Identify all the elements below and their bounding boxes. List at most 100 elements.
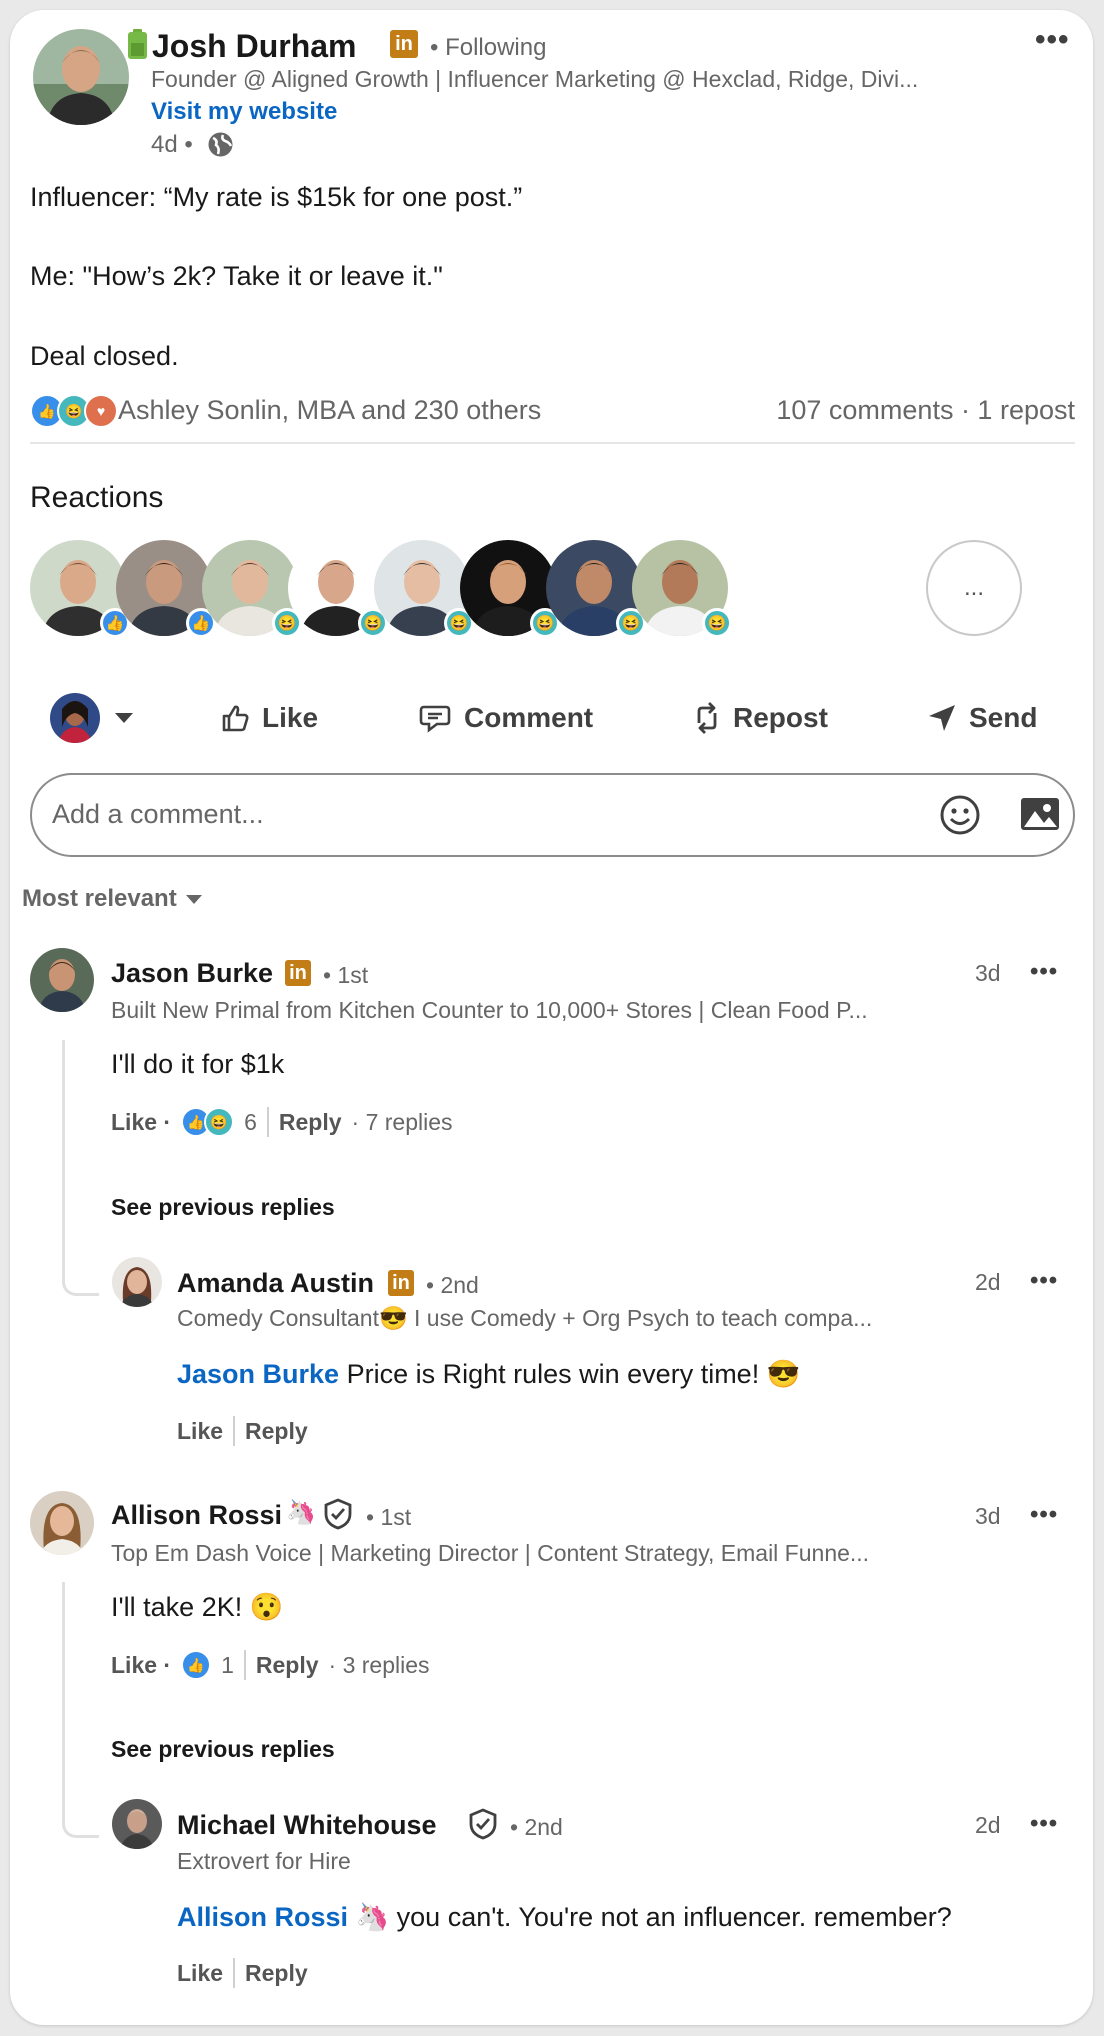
- replier-name[interactable]: Amanda Austin: [177, 1268, 374, 1299]
- like-comment-button[interactable]: Like ·: [111, 1109, 171, 1136]
- send-label: Send: [969, 702, 1038, 733]
- reply-button[interactable]: Reply: [245, 1418, 308, 1445]
- author-name[interactable]: Josh Durham: [152, 28, 356, 65]
- replier-name[interactable]: Michael Whitehouse: [177, 1810, 437, 1841]
- love-reaction-icon: ♥: [84, 394, 118, 428]
- sort-dropdown[interactable]: Most relevant: [22, 885, 203, 913]
- reply-menu-icon[interactable]: •••: [1030, 1269, 1058, 1293]
- like-reply-button[interactable]: Like: [177, 1960, 223, 1987]
- comment-composer[interactable]: Add a comment...: [30, 773, 1075, 857]
- comment-label: Comment: [464, 702, 594, 733]
- more-label: ...: [963, 574, 984, 601]
- reply-body: Price is Right rules win every time! 😎: [339, 1359, 801, 1389]
- comment-actions: Like · 👍 😆 6 Reply · 7 replies: [111, 1107, 453, 1137]
- replier-avatar[interactable]: [112, 1257, 162, 1307]
- divider: [243, 1650, 246, 1680]
- mention-link[interactable]: Jason Burke: [177, 1359, 339, 1389]
- post-card: Josh Durham in • Following ••• Founder @…: [10, 10, 1093, 2025]
- reactor-avatar[interactable]: 😆: [374, 540, 474, 638]
- post-text-line: Influencer: “My rate is $15k for one pos…: [30, 182, 523, 212]
- reaction-icons[interactable]: 👍 😆 ♥: [30, 394, 118, 428]
- connection-degree: • 1st: [366, 1504, 412, 1530]
- emoji-icon[interactable]: [939, 794, 981, 841]
- reactor-avatar[interactable]: 😆: [288, 540, 388, 638]
- reply-text: Allison Rossi 🦄 you can't. You're not an…: [177, 1901, 952, 1933]
- like-reply-button[interactable]: Like: [177, 1418, 223, 1445]
- send-button[interactable]: Send: [927, 693, 1037, 743]
- repost-button[interactable]: Repost: [693, 693, 828, 743]
- reactor-avatar[interactable]: 😆: [460, 540, 560, 638]
- divider: [233, 1416, 236, 1446]
- divider: [30, 442, 1075, 444]
- reactor-avatar[interactable]: 😆: [546, 540, 646, 638]
- battery-emoji-icon: [125, 28, 150, 60]
- comment-input[interactable]: Add a comment...: [52, 799, 264, 830]
- reaction-count: 1: [221, 1651, 234, 1678]
- comment-text: I'll take 2K! 😯: [111, 1592, 284, 1622]
- divider: [233, 1958, 236, 1988]
- commenter-avatar[interactable]: [30, 1491, 94, 1555]
- post-time: 4d •: [151, 131, 193, 158]
- replies-count[interactable]: · 3 replies: [329, 1652, 430, 1679]
- image-icon[interactable]: [1019, 796, 1061, 837]
- repost-label: Repost: [733, 702, 828, 733]
- replier-headline: Comedy Consultant😎 I use Comedy + Org Ps…: [177, 1305, 873, 1331]
- comment-time: 3d: [975, 960, 1001, 986]
- like-button[interactable]: Like: [220, 693, 318, 743]
- website-link[interactable]: Visit my website: [151, 98, 337, 126]
- post-menu-icon[interactable]: •••: [1035, 25, 1070, 55]
- follow-status: • Following: [430, 34, 547, 61]
- author-avatar[interactable]: [33, 29, 129, 125]
- reactor-avatar[interactable]: 👍: [30, 540, 130, 638]
- reaction-count: 6: [244, 1108, 257, 1135]
- see-previous-replies[interactable]: See previous replies: [111, 1194, 335, 1221]
- reply-menu-icon[interactable]: •••: [1030, 1812, 1058, 1836]
- thread-line: [62, 1582, 99, 1838]
- unicorn-badge-icon: 🦄: [286, 1499, 316, 1526]
- globe-icon: [206, 130, 235, 159]
- replier-avatar[interactable]: [112, 1799, 162, 1849]
- reactors-summary[interactable]: Ashley Sonlin, MBA and 230 others: [118, 395, 541, 426]
- caret-down-icon: [185, 894, 202, 904]
- comment-menu-icon[interactable]: •••: [1030, 1503, 1058, 1527]
- thread-line: [62, 1040, 99, 1296]
- caret-down-icon: [115, 713, 133, 723]
- comment-actions: Like · 👍 1 Reply · 3 replies: [111, 1650, 430, 1680]
- actor-switcher[interactable]: [50, 693, 134, 743]
- replies-count[interactable]: · 7 replies: [352, 1109, 453, 1136]
- more-reactions-button[interactable]: ...: [926, 540, 1022, 636]
- comment-menu-icon[interactable]: •••: [1030, 960, 1058, 984]
- commenter-headline: Top Em Dash Voice | Marketing Director |…: [111, 1540, 870, 1566]
- linkedin-premium-icon: in: [285, 960, 311, 986]
- like-comment-button[interactable]: Like ·: [111, 1652, 171, 1679]
- verified-shield-icon: [468, 1808, 498, 1845]
- comment-icon: [419, 705, 451, 733]
- see-previous-replies[interactable]: See previous replies: [111, 1736, 335, 1763]
- engagement-stats[interactable]: 107 comments · 1 repost: [776, 395, 1075, 426]
- reactor-avatar[interactable]: 😆: [632, 540, 732, 638]
- reply-button[interactable]: Reply: [256, 1652, 319, 1679]
- mention-link[interactable]: Allison Rossi 🦄: [177, 1902, 389, 1932]
- commenter-headline: Built New Primal from Kitchen Counter to…: [111, 997, 868, 1023]
- reply-button[interactable]: Reply: [245, 1960, 308, 1987]
- reply-time: 2d: [975, 1812, 1001, 1838]
- comment-button[interactable]: Comment: [418, 693, 593, 743]
- actor-avatar: [50, 693, 100, 743]
- reply-time: 2d: [975, 1269, 1001, 1295]
- comment-text: I'll do it for $1k: [111, 1049, 285, 1079]
- comment-reactions[interactable]: 👍 😆: [181, 1107, 235, 1137]
- reply-body: you can't. You're not an influencer. rem…: [389, 1902, 952, 1932]
- commenter-name[interactable]: Jason Burke: [111, 958, 273, 989]
- repost-icon: [697, 702, 717, 734]
- reactor-avatar[interactable]: 👍: [116, 540, 216, 638]
- reply-actions: Like Reply: [177, 1958, 308, 1988]
- commenter-name[interactable]: Allison Rossi: [111, 1500, 282, 1531]
- post-text-line: Deal closed.: [30, 341, 179, 371]
- comment-reactions[interactable]: 👍: [181, 1650, 212, 1680]
- reactions-title: Reactions: [30, 481, 164, 514]
- reply-text: Jason Burke Price is Right rules win eve…: [177, 1358, 800, 1390]
- commenter-avatar[interactable]: [30, 948, 94, 1012]
- send-icon: [929, 705, 955, 731]
- reactor-avatar[interactable]: 😆: [202, 540, 302, 638]
- reply-button[interactable]: Reply: [279, 1109, 342, 1136]
